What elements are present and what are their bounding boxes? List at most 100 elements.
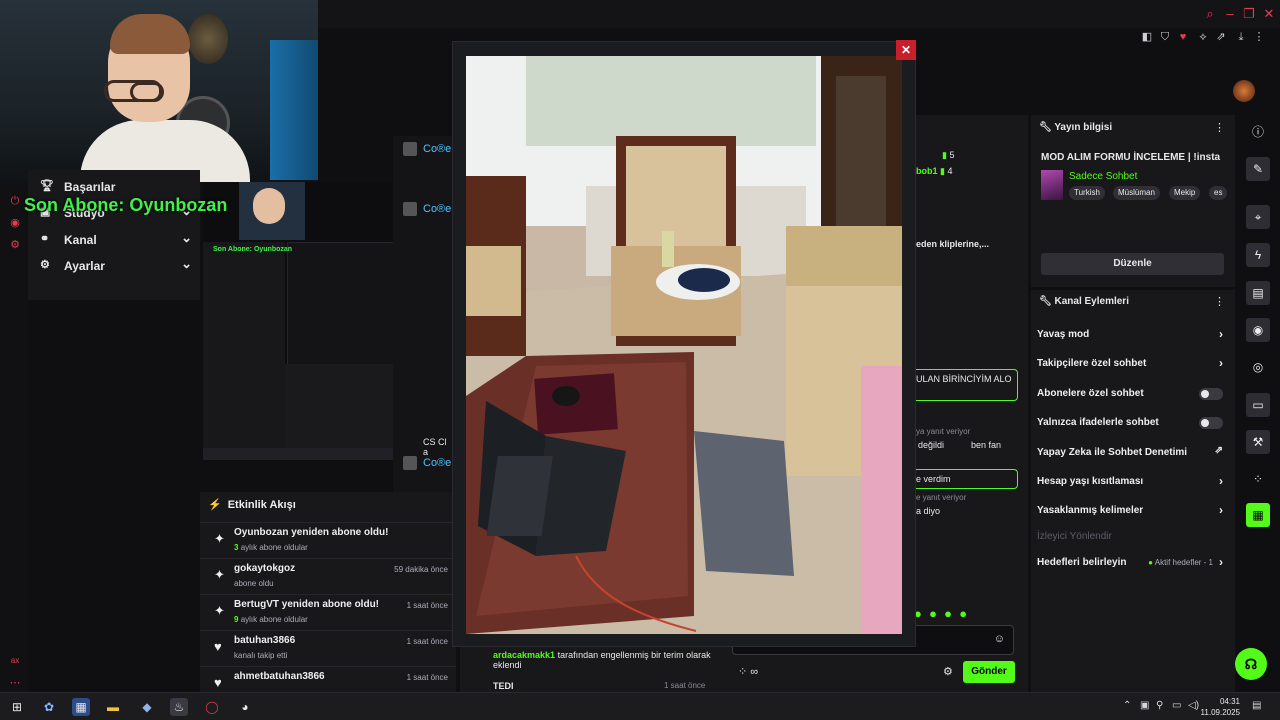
emote-row[interactable]: ● ● ● ● bbox=[914, 606, 967, 621]
notifications-icon[interactable]: ▤ bbox=[1252, 700, 1261, 711]
obs-icon[interactable]: ◕ bbox=[236, 698, 254, 716]
document-icon[interactable]: ▤ bbox=[1246, 281, 1270, 305]
file-explorer-icon[interactable]: ▬ bbox=[104, 698, 122, 716]
minimize-icon[interactable]: – bbox=[1222, 6, 1238, 22]
shield-icon[interactable]: ⛉ bbox=[1158, 30, 1172, 44]
nav-item-settings[interactable]: ⚙ Ayarlar ⌄ bbox=[40, 255, 192, 277]
activity-feed: ⚡ Etkinlik Akışı ✦ Oyunbozan yeniden abon… bbox=[200, 492, 456, 692]
external-link-icon: ⇗ bbox=[1214, 445, 1223, 456]
share-icon[interactable]: ⇗ bbox=[1214, 30, 1228, 44]
wrench-icon: 🔧︎ bbox=[1039, 122, 1052, 133]
bookmark-icon[interactable]: ◧ bbox=[1140, 30, 1154, 44]
close-lightbox-button[interactable]: ✕ bbox=[896, 40, 916, 60]
close-window-icon[interactable]: ✕ bbox=[1261, 6, 1277, 22]
support-headset-icon[interactable]: ☊ bbox=[1235, 648, 1267, 680]
puzzle-icon[interactable]: ⟡ bbox=[1196, 30, 1210, 44]
lightbox-photo bbox=[466, 56, 902, 634]
action-emote-only[interactable]: Yalnızca ifadelerle sohbet bbox=[1037, 414, 1227, 432]
reply-line: ya yanıt veriyor bbox=[916, 427, 971, 436]
chat-line: ben fan bbox=[971, 440, 1002, 450]
copilot-icon[interactable]: ✿ bbox=[40, 698, 58, 716]
nested-stream-preview: Son Abone: Oyunbozan bbox=[203, 182, 395, 460]
more-options-icon[interactable]: ⋮ bbox=[1214, 121, 1225, 134]
volume-icon[interactable]: ◁) bbox=[1188, 700, 1199, 711]
clapperboard-icon[interactable]: ▦ bbox=[1246, 503, 1270, 527]
webcam-overlay bbox=[0, 0, 318, 182]
toggle-switch[interactable] bbox=[1199, 388, 1223, 400]
nav-item-channel[interactable]: ⚭ Kanal ⌄ bbox=[40, 229, 192, 251]
left-rail: ⏻ ◉ ⚙ ax ⋯ bbox=[0, 182, 28, 692]
stream-title: MOD ALIM FORMU İNCELEME | !insta bbox=[1041, 152, 1221, 163]
tray-icon[interactable]: ▣ bbox=[1140, 700, 1149, 711]
chat-user[interactable]: Co®e bbox=[393, 454, 453, 472]
stream-category[interactable]: Sadece Sohbet bbox=[1069, 171, 1137, 182]
chat-line: a diyo bbox=[916, 506, 941, 516]
tag[interactable]: es bbox=[1209, 186, 1228, 200]
record-icon[interactable]: ◉ bbox=[8, 216, 22, 230]
calculator-icon[interactable]: ▦ bbox=[72, 698, 90, 716]
edit-button[interactable]: Düzenle bbox=[1041, 253, 1224, 275]
action-banned-words[interactable]: Yasaklanmış kelimeler › bbox=[1037, 502, 1227, 520]
tag[interactable]: Müslüman bbox=[1113, 186, 1160, 200]
action-account-age[interactable]: Hesap yaşı kısıtlaması › bbox=[1037, 473, 1227, 491]
app-icon[interactable]: ◆ bbox=[138, 698, 156, 716]
chevron-right-icon: › bbox=[1219, 555, 1223, 569]
studio-nav: 🏆︎ Başarılar ▣ Stüdyo ⌄ ⚭ Kanal ⌄ ⚙ Ayar… bbox=[28, 170, 200, 300]
last-subscriber-overlay: Son Abone: Oyunbozan bbox=[24, 195, 228, 215]
logo-icon: ax bbox=[10, 656, 20, 665]
chat-line: e verdim bbox=[916, 474, 951, 484]
search-icon[interactable]: ⌕ bbox=[1202, 6, 1218, 22]
stream-info-header: 🔧︎ Yayın bilgisi bbox=[1039, 122, 1113, 133]
maximize-icon[interactable]: ❐ bbox=[1241, 6, 1257, 22]
tag[interactable]: Mekip bbox=[1169, 186, 1201, 200]
target-icon[interactable]: ⌖ bbox=[1246, 205, 1270, 229]
chat-bubble-icon[interactable]: ◉ bbox=[1246, 318, 1270, 342]
more-options-icon[interactable]: ⋮ bbox=[1214, 295, 1225, 308]
points-icon[interactable]: ⁘ ∞ bbox=[738, 665, 758, 678]
avatar bbox=[403, 202, 417, 216]
activity-item[interactable]: ♥ batuhan3866 kanalı takip etti 1 saat ö… bbox=[200, 630, 456, 666]
chat-settings-icon[interactable]: ⚙ bbox=[943, 665, 953, 678]
avatar bbox=[403, 142, 417, 156]
chat-line: bob1 ▮ 4 bbox=[916, 166, 953, 176]
action-ai-moderation[interactable]: Yapay Zeka ile Sohbet Denetimi ⇗ bbox=[1037, 444, 1227, 462]
action-set-goals[interactable]: Hedefleri belirleyin ● Aktif hedefler - 1… bbox=[1037, 554, 1227, 572]
activity-item[interactable]: ✦ BertugVT yeniden abone oldu! 9 aylık a… bbox=[200, 594, 456, 630]
lightning-icon[interactable]: ϟ bbox=[1246, 243, 1270, 267]
wrench-icon[interactable]: ⚒ bbox=[1246, 430, 1270, 454]
settings-icon[interactable]: ⚙ bbox=[8, 238, 22, 252]
action-followers-only[interactable]: Takipçilere özel sohbet › bbox=[1037, 355, 1227, 373]
send-button[interactable]: Gönder bbox=[963, 661, 1015, 683]
tray-overflow-icon[interactable]: ⌃ bbox=[1123, 700, 1131, 711]
activity-item[interactable]: ✦ Oyunbozan yeniden abone oldu! 3 aylık … bbox=[200, 522, 456, 558]
more-icon[interactable]: ⋯ bbox=[8, 676, 22, 690]
network-icon[interactable]: ▭ bbox=[1172, 700, 1181, 711]
monitor-icon[interactable]: ▭ bbox=[1246, 393, 1270, 417]
points-icon[interactable]: ⁘ bbox=[1246, 467, 1270, 491]
avatar[interactable] bbox=[1233, 80, 1255, 102]
power-icon[interactable]: ⏻ bbox=[8, 194, 22, 208]
info-icon[interactable]: ⓘ bbox=[1246, 120, 1270, 144]
windows-start-icon[interactable]: ⊞ bbox=[8, 698, 26, 716]
broadcast-icon[interactable]: ◎ bbox=[1246, 355, 1270, 379]
system-clock[interactable]: 04:31 11.09.2025 bbox=[1201, 696, 1240, 718]
activity-item[interactable]: ✦ gokaytokgoz abone oldu 59 dakika önce bbox=[200, 558, 456, 594]
tag[interactable]: Turkish bbox=[1069, 186, 1105, 200]
microphone-icon[interactable]: ⚲ bbox=[1156, 700, 1163, 711]
emoji-icon[interactable]: ☺ bbox=[994, 633, 1005, 645]
action-subscribers-only[interactable]: Abonelere özel sohbet bbox=[1037, 385, 1227, 403]
menu-icon[interactable]: ⋮ bbox=[1252, 30, 1266, 44]
opera-icon[interactable]: ◯ bbox=[203, 698, 221, 716]
toggle-switch[interactable] bbox=[1199, 417, 1223, 429]
download-icon[interactable]: ⤓ bbox=[1234, 30, 1248, 44]
chat-user[interactable]: Co®e bbox=[393, 140, 453, 158]
chat-user[interactable]: Co®e bbox=[393, 200, 453, 218]
action-slow-mode[interactable]: Yavaş mod › bbox=[1037, 326, 1227, 344]
chevron-right-icon: › bbox=[1219, 503, 1223, 517]
chat-line: değildi bbox=[918, 440, 945, 450]
activity-feed-title: ⚡ Etkinlik Akışı bbox=[208, 499, 296, 511]
steam-icon[interactable]: ♨ bbox=[170, 698, 188, 716]
users-icon: ⚭ bbox=[40, 233, 50, 245]
pencil-icon[interactable]: ✎ bbox=[1246, 157, 1270, 181]
heart-icon[interactable]: ♥ bbox=[1176, 30, 1190, 44]
